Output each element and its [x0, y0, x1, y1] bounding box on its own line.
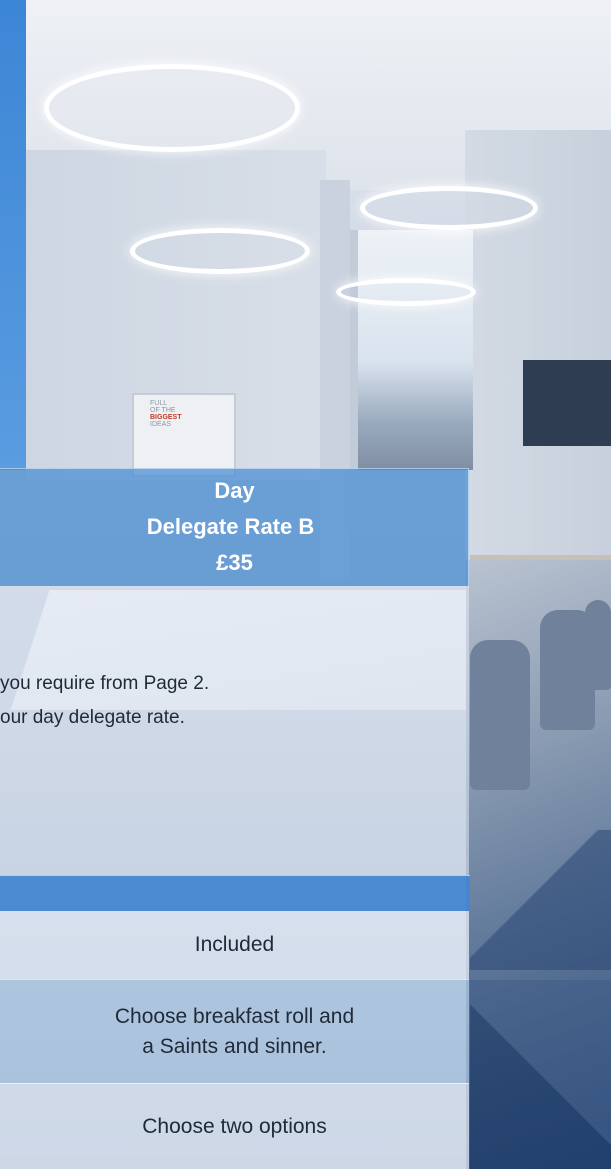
chair [470, 640, 530, 790]
wall-tv [523, 360, 611, 446]
carpet-pattern [470, 830, 611, 970]
table-row: Choose breakfast roll and a Saints and s… [0, 979, 469, 1083]
row-text: a Saints and sinner. [142, 1034, 327, 1058]
ceiling-light-ring [360, 186, 538, 230]
flipchart [132, 393, 236, 477]
ceiling-light-ring [130, 228, 310, 274]
window [350, 230, 473, 470]
row-text: Choose two options [142, 1114, 327, 1138]
flipchart-line: BIGGEST [150, 414, 182, 421]
table-row: Included [0, 911, 469, 979]
ceiling-light-ring [336, 278, 476, 306]
rate-title-line2: Delegate Rate B [146, 514, 315, 539]
carpet-pattern [470, 980, 611, 1169]
rate-title-line1: Day [214, 478, 255, 503]
flipchart-line: OF THE [150, 407, 176, 414]
row-text: Included [194, 933, 275, 956]
flipchart-line: IDEAS [150, 421, 172, 428]
table-row: Choose two options [0, 1083, 469, 1169]
rate-header: Day Delegate Rate B £35 [0, 468, 469, 586]
rate-price: £35 [216, 550, 253, 575]
chair [585, 600, 611, 690]
description-line2: our day delegate rate. [0, 707, 185, 728]
rate-description: you require from Page 2. our day delegat… [0, 586, 469, 875]
ceiling-light-ring [44, 64, 300, 152]
flipchart-text: FULL OF THE BIGGEST IDEAS [150, 400, 182, 428]
flipchart-line: FULL [150, 400, 168, 407]
row-text: Choose breakfast roll and [114, 1004, 355, 1028]
left-blue-strip [0, 0, 26, 470]
section-bar [0, 875, 470, 911]
description-line1: you require from Page 2. [0, 673, 210, 694]
